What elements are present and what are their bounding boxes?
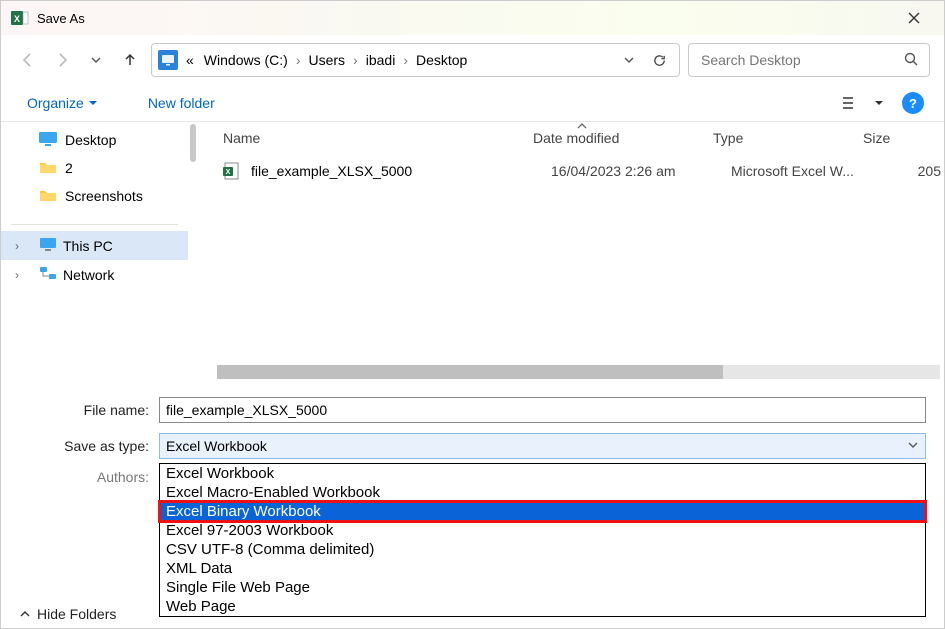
pc-icon [39,237,57,254]
save-form: File name: Save as type: Excel Workbook … [1,383,944,503]
folder-icon [39,160,57,176]
caret-down-icon [88,98,98,108]
excel-file-icon: X [223,162,241,180]
save-type-option[interactable]: Single File Web Page [160,578,925,597]
search-box[interactable] [688,43,930,77]
save-type-option[interactable]: Excel 97-2003 Workbook [160,521,925,540]
chevron-right-icon[interactable]: › [15,239,19,253]
save-type-label: Save as type: [19,438,159,454]
forward-button[interactable] [49,47,75,73]
chevron-up-icon [19,608,31,620]
breadcrumb-item[interactable]: Windows (C:) [200,50,292,70]
monitor-icon [158,50,178,70]
splitter-handle[interactable] [189,122,197,383]
file-name-label: File name: [19,402,159,418]
save-type-combo[interactable]: Excel Workbook [159,433,926,459]
save-type-option[interactable]: Web Page [160,597,925,616]
excel-icon: X [11,9,29,27]
save-type-option[interactable]: Excel Workbook [160,464,925,483]
file-type: Microsoft Excel W... [731,163,881,179]
organize-menu[interactable]: Organize [21,91,104,115]
chevron-right-icon[interactable]: › [401,52,410,68]
tree-item-this-pc[interactable]: › This PC [1,231,188,260]
scrollbar-thumb[interactable] [217,365,723,379]
tree-label: 2 [65,160,73,176]
refresh-button[interactable] [645,53,673,68]
tree-separator [11,224,178,225]
breadcrumb-item[interactable]: ibadi [362,50,400,70]
tree-item-network[interactable]: › Network [1,260,188,289]
breadcrumb-item[interactable]: Desktop [412,50,471,70]
hide-folders-label: Hide Folders [37,606,116,622]
save-type-dropdown[interactable]: Excel WorkbookExcel Macro-Enabled Workbo… [159,463,926,617]
authors-label: Authors: [19,469,159,485]
file-name: file_example_XLSX_5000 [251,163,551,179]
view-dropdown[interactable] [870,89,888,117]
file-size: 205 [881,163,941,179]
file-list: Name Date modified Type Size X file_exam… [197,122,944,383]
back-button[interactable] [15,47,41,73]
tree-label: Screenshots [65,188,143,204]
column-name[interactable]: Name [223,130,533,146]
desktop-folder-icon [39,132,57,148]
tree-label: Network [63,267,114,283]
save-type-option[interactable]: Excel Binary Workbook [160,502,925,521]
folder-tree: Desktop 2 Screenshots › [1,122,189,383]
chevron-right-icon[interactable]: › [15,268,19,282]
recent-dropdown[interactable] [83,47,109,73]
title-bar: X Save As [1,1,944,35]
breadcrumb-overflow[interactable]: « [182,50,198,70]
svg-text:X: X [226,169,231,176]
column-date[interactable]: Date modified [533,130,713,146]
search-icon[interactable] [903,51,919,70]
search-input[interactable] [699,51,903,69]
toolbar: Organize New folder ? [1,85,944,121]
tree-item-folder2[interactable]: 2 [1,154,188,182]
up-button[interactable] [117,47,143,73]
chevron-down-icon [907,438,919,454]
view-options-button[interactable] [836,89,864,117]
address-dropdown[interactable] [615,54,643,66]
folder-icon [39,188,57,204]
file-row[interactable]: X file_example_XLSX_5000 16/04/2023 2:26… [197,154,944,188]
organize-label: Organize [27,95,84,111]
tree-label: Desktop [65,132,116,148]
hide-folders-button[interactable]: Hide Folders [19,606,116,622]
chevron-right-icon[interactable]: › [351,52,360,68]
column-size[interactable]: Size [863,130,923,146]
network-icon [39,266,57,283]
breadcrumb-item[interactable]: Users [304,50,349,70]
column-type[interactable]: Type [713,130,863,146]
save-type-option[interactable]: Excel Macro-Enabled Workbook [160,483,925,502]
save-type-option[interactable]: XML Data [160,559,925,578]
explorer-body: Desktop 2 Screenshots › [1,121,944,383]
file-name-input[interactable] [159,397,926,423]
save-type-value: Excel Workbook [166,438,267,454]
window-title: Save As [37,11,85,26]
column-headers: Name Date modified Type Size [197,122,944,154]
horizontal-scrollbar[interactable] [217,365,940,379]
sort-indicator-icon [577,122,587,133]
new-folder-button[interactable]: New folder [142,91,221,115]
address-bar[interactable]: « Windows (C:) › Users › ibadi › Desktop [151,43,680,77]
help-button[interactable]: ? [902,92,924,114]
save-type-option[interactable]: CSV UTF-8 (Comma delimited) [160,540,925,559]
tree-item-screenshots[interactable]: Screenshots [1,182,188,210]
tree-item-desktop[interactable]: Desktop [1,126,188,154]
chevron-right-icon[interactable]: › [294,52,303,68]
tree-label: This PC [63,238,113,254]
svg-text:X: X [14,14,20,24]
file-date: 16/04/2023 2:26 am [551,163,731,179]
nav-row: « Windows (C:) › Users › ibadi › Desktop [1,35,944,85]
close-button[interactable] [894,1,934,35]
